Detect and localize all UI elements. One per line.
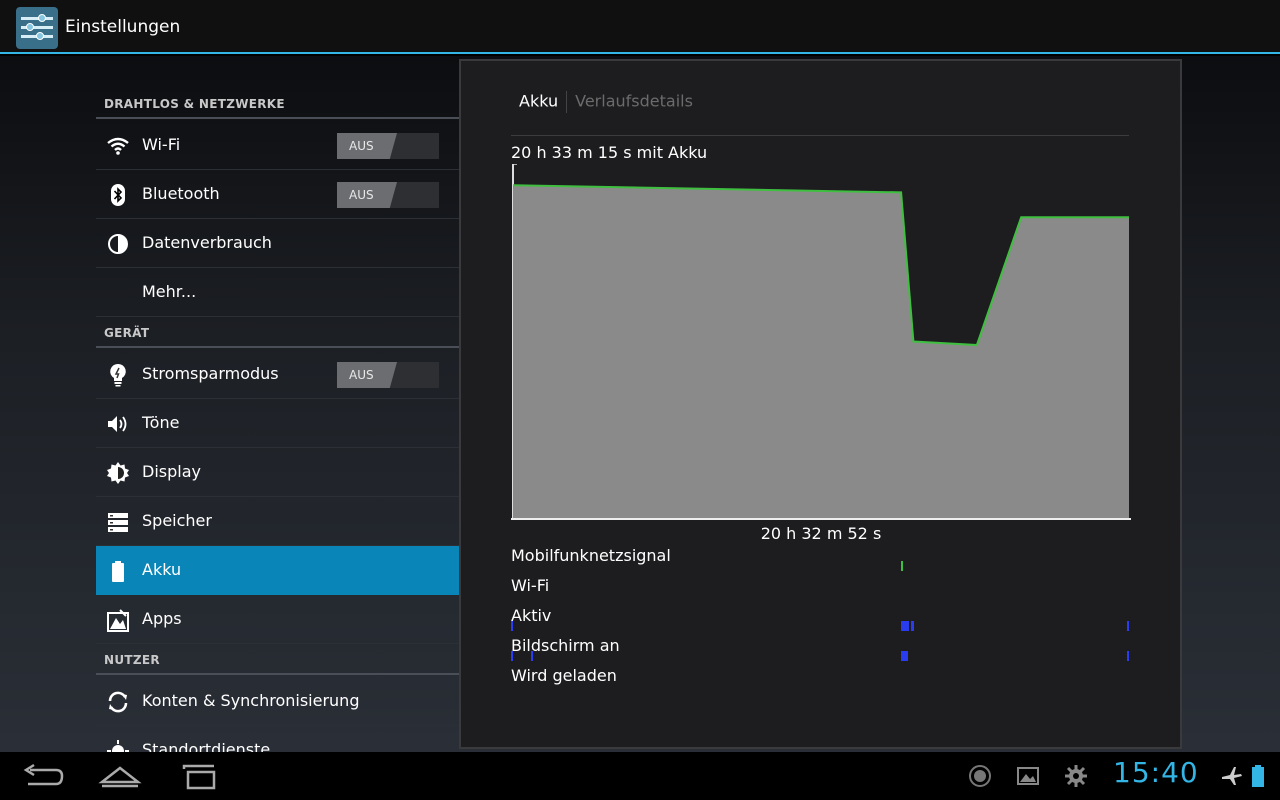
status-clock: 15:40 [1113, 756, 1199, 789]
section-header-user: NUTZER [104, 653, 160, 667]
wifi-toggle[interactable]: AUS [337, 133, 439, 159]
action-bar: Einstellungen [0, 0, 1280, 54]
mobile-signal-bar [901, 561, 903, 571]
recent-apps-icon[interactable] [170, 760, 230, 792]
apps-icon [107, 609, 129, 632]
panel-tabs: Akku Verlaufsdetails [519, 91, 693, 113]
battery-panel: Akku Verlaufsdetails 20 h 33 m 15 s mit A… [459, 59, 1182, 749]
battery-icon [112, 561, 124, 582]
settings-item-location[interactable]: Standortdienste [96, 726, 459, 752]
speaker-icon [108, 416, 127, 432]
screenshot-icon[interactable] [1016, 764, 1040, 788]
settings-item-label: Speicher [142, 511, 212, 530]
settings-item-label: Standortdienste [142, 740, 271, 752]
home-icon[interactable] [90, 760, 150, 792]
bluetooth-icon [111, 184, 125, 206]
data-usage-icon [108, 234, 128, 254]
settings-item-label: Display [142, 462, 201, 481]
chart-area [513, 185, 1129, 520]
settings-app-icon[interactable] [16, 7, 58, 49]
settings-item-label: Stromsparmodus [142, 364, 279, 383]
settings-item-power-saving[interactable]: Stromsparmodus AUS [96, 350, 459, 399]
section-header-device: GERÄT [104, 326, 150, 340]
notification-icon[interactable] [968, 764, 992, 788]
section-header-wireless: DRAHTLOS & NETZWERKE [104, 97, 285, 111]
settings-item-battery[interactable]: Akku [96, 546, 459, 595]
row-label-charging: Wird geladen [511, 666, 617, 685]
tab-separator [566, 91, 568, 113]
panel-divider [511, 135, 1129, 136]
app-title: Einstellungen [65, 17, 181, 37]
brightness-icon [107, 462, 129, 484]
settings-item-label: Apps [142, 609, 182, 628]
lightbulb-icon [110, 363, 126, 387]
system-bar: 15:40 [0, 752, 1280, 800]
settings-item-storage[interactable]: Speicher [96, 497, 459, 546]
airplane-mode-icon [1222, 767, 1242, 785]
section-divider [96, 346, 459, 348]
settings-item-bluetooth[interactable]: Bluetooth AUS [96, 170, 459, 219]
settings-item-label: Bluetooth [142, 184, 220, 203]
sync-icon [108, 691, 128, 713]
bluetooth-toggle[interactable]: AUS [337, 182, 439, 208]
row-label-wifi: Wi-Fi [511, 576, 550, 595]
settings-list[interactable]: DRAHTLOS & NETZWERKE Wi-Fi AUS Bluetooth… [96, 56, 459, 752]
settings-item-display[interactable]: Display [96, 448, 459, 497]
settings-item-accounts-sync[interactable]: Konten & Synchronisierung [96, 677, 459, 726]
storage-icon [108, 513, 128, 532]
section-divider [96, 117, 459, 119]
settings-item-label: Töne [142, 413, 180, 432]
chart-x-label: 20 h 32 m 52 s [760, 524, 882, 543]
settings-item-label: Datenverbrauch [142, 233, 272, 252]
settings-item-label: Akku [142, 560, 182, 579]
settings-item-wifi[interactable]: Wi-Fi AUS [96, 121, 459, 170]
settings-item-more[interactable]: Mehr... [96, 268, 459, 317]
settings-item-data-usage[interactable]: Datenverbrauch [96, 219, 459, 268]
wifi-icon [107, 137, 129, 155]
location-icon [107, 740, 129, 752]
settings-item-label: Wi-Fi [142, 135, 181, 154]
screen-on-bar [511, 651, 1129, 661]
settings-gear-icon[interactable] [1064, 764, 1088, 788]
battery-chart [511, 164, 1131, 520]
settings-item-apps[interactable]: Apps [96, 595, 459, 644]
settings-item-label: Mehr... [142, 282, 197, 301]
tab-battery[interactable]: Akku [519, 92, 558, 111]
awake-bar [511, 621, 1129, 631]
power-saving-toggle[interactable]: AUS [337, 362, 439, 388]
tab-history-details[interactable]: Verlaufsdetails [575, 92, 693, 111]
battery-duration: 20 h 33 m 15 s mit Akku [511, 143, 708, 162]
section-divider [96, 673, 459, 675]
settings-item-label: Konten & Synchronisierung [142, 691, 360, 710]
battery-status-icon [1252, 765, 1264, 787]
settings-item-sound[interactable]: Töne [96, 399, 459, 448]
back-icon[interactable] [10, 760, 70, 792]
